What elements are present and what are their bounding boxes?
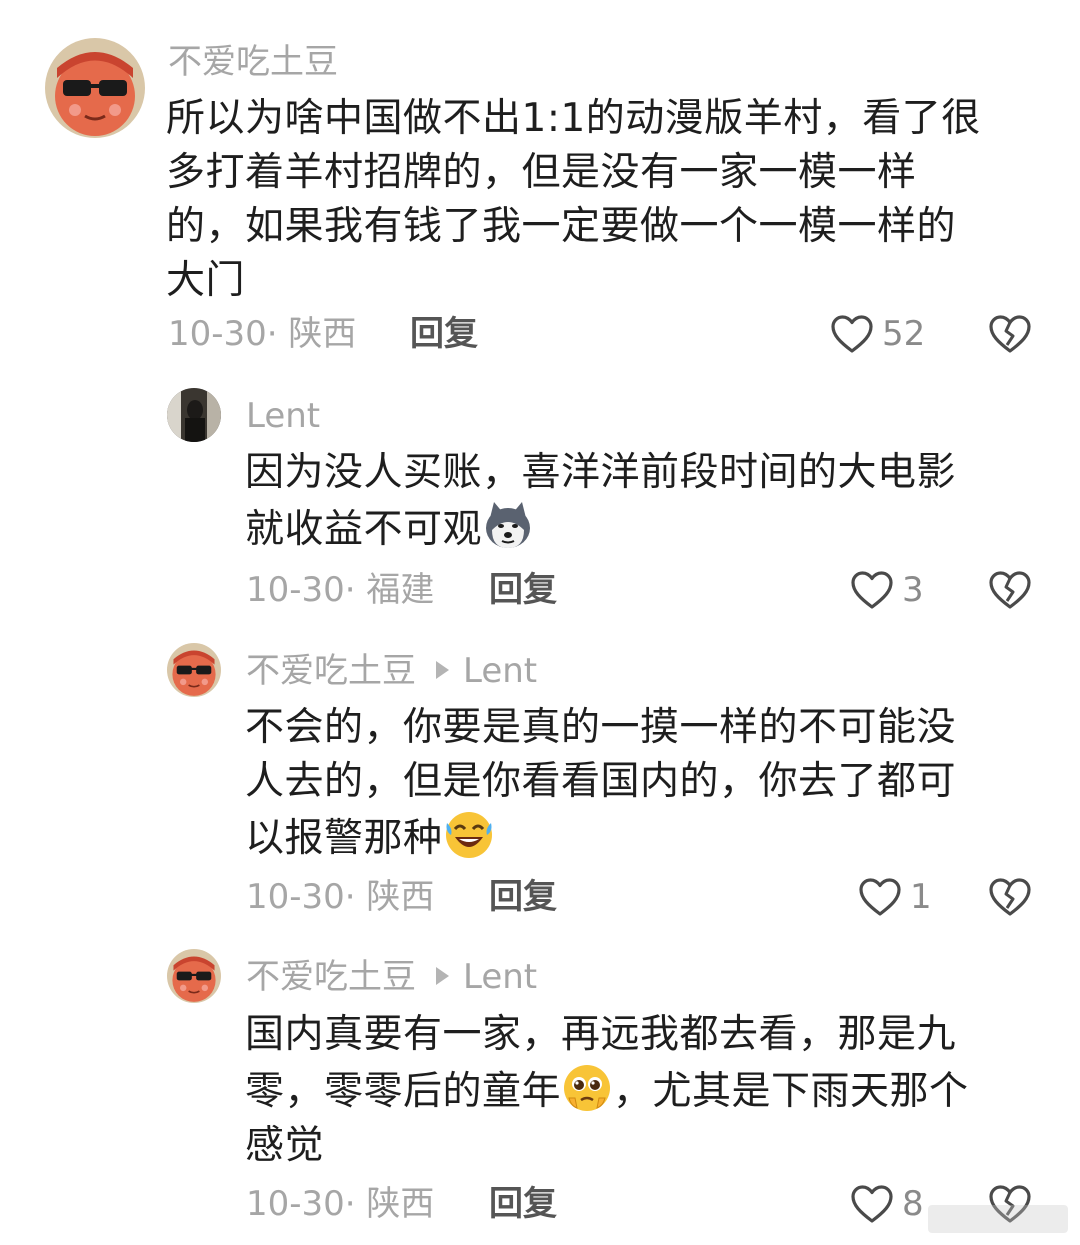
comment-line: 多打着羊村招牌的，但是没有一家一模一样 <box>166 150 917 195</box>
heart-outline-icon <box>851 1185 893 1223</box>
avatar[interactable] <box>167 643 221 697</box>
username[interactable]: 不爱吃土豆 <box>168 42 338 82</box>
like-count: 52 <box>882 314 926 354</box>
avatar[interactable] <box>167 949 221 1003</box>
comment-meta: 10-30· 福建 <box>246 570 435 610</box>
like-button[interactable]: 8 <box>850 1184 924 1224</box>
avatar-cartoon-sunglasses <box>45 38 145 138</box>
comment-line-text: ，尤其是下雨天那个 <box>613 1069 969 1114</box>
username[interactable]: 不爱吃土豆 Lent <box>246 957 537 997</box>
husky-dog-emoji <box>482 500 534 552</box>
comment-meta: 10-30· 陕西 <box>168 314 357 354</box>
comment-line-text: 零，零零后的童年 <box>245 1069 562 1114</box>
comment-line: 所以为啥中国做不出1:1的动漫版羊村，看了很 <box>166 96 981 141</box>
dislike-button[interactable] <box>988 877 1032 917</box>
watermark-overlay <box>928 1205 1068 1233</box>
reply-to-username[interactable]: Lent <box>463 957 537 997</box>
username-text[interactable]: 不爱吃土豆 <box>246 957 416 997</box>
like-button[interactable]: 52 <box>830 314 925 354</box>
rolling-laughing-emoji-icon <box>445 812 492 858</box>
reply-button[interactable]: 回复 <box>489 1184 557 1224</box>
username-text[interactable]: 不爱吃土豆 <box>246 651 416 691</box>
avatar-cartoon-sunglasses <box>167 949 221 1003</box>
reply-button[interactable]: 回复 <box>410 314 478 354</box>
comment-line-text: 就收益不可观 <box>245 507 483 552</box>
comment-line: 人去的，但是你看看国内的，你去了都可 <box>245 759 957 804</box>
broken-heart-icon <box>989 878 1031 916</box>
comment-line: 零，零零后的童年 ，尤其是下雨天那个 <box>245 1062 969 1119</box>
reply-button[interactable]: 回复 <box>489 570 557 610</box>
like-count: 8 <box>902 1184 924 1224</box>
avatar[interactable] <box>167 388 221 442</box>
heart-outline-icon <box>851 571 893 609</box>
avatar-photo-dark <box>167 388 221 442</box>
heart-outline-icon <box>859 878 901 916</box>
triangle-right-icon <box>436 661 449 679</box>
rolling-laughing-emoji <box>443 809 495 861</box>
heart-outline-icon <box>831 315 873 353</box>
triangle-right-icon <box>436 967 449 985</box>
pleading-teary-emoji <box>561 1062 613 1114</box>
comment-line: 不会的，你要是真的一摸一样的不可能没 <box>245 705 957 750</box>
broken-heart-icon <box>989 571 1031 609</box>
pleading-teary-emoji-icon <box>564 1065 611 1111</box>
comment-text: 所以为啥中国做不出1:1的动漫版羊村，看了很 多打着羊村招牌的，但是没有一家一模… <box>166 92 981 308</box>
like-button[interactable]: 1 <box>858 877 932 917</box>
comment-line: 国内真要有一家，再远我都去看，那是九 <box>245 1012 957 1057</box>
username-text[interactable]: 不爱吃土豆 <box>168 42 338 82</box>
broken-heart-icon <box>989 315 1031 353</box>
dislike-button[interactable] <box>988 314 1032 354</box>
comment-line: 以报警那种 <box>245 809 956 866</box>
comment-line: 就收益不可观 <box>245 500 956 557</box>
dislike-button[interactable] <box>988 570 1032 610</box>
comment-line: 因为没人买账，喜洋洋前段时间的大电影 <box>245 450 957 495</box>
like-count: 1 <box>910 877 932 917</box>
comment-meta: 10-30· 陕西 <box>246 877 435 917</box>
comment-meta: 10-30· 陕西 <box>246 1184 435 1224</box>
comment-text: 不会的，你要是真的一摸一样的不可能没 人去的，但是你看看国内的，你去了都可 以报… <box>245 701 956 866</box>
like-count: 3 <box>902 570 924 610</box>
like-button[interactable]: 3 <box>850 570 924 610</box>
reply-to-username[interactable]: Lent <box>463 651 537 691</box>
avatar[interactable] <box>45 38 145 138</box>
reply-button[interactable]: 回复 <box>489 877 557 917</box>
username[interactable]: Lent <box>246 396 320 436</box>
comment-line: 感觉 <box>245 1123 325 1168</box>
username-text[interactable]: Lent <box>246 396 320 436</box>
comment-text: 因为没人买账，喜洋洋前段时间的大电影 就收益不可观 <box>245 446 956 557</box>
username[interactable]: 不爱吃土豆 Lent <box>246 651 537 691</box>
comment-line: 大门 <box>166 258 246 303</box>
comment-line-text: 以报警那种 <box>245 816 443 861</box>
comment-text: 国内真要有一家，再远我都去看，那是九 零，零零后的童年 ，尤其是下雨天那个 感觉 <box>245 1008 969 1173</box>
comment-line: 的，如果我有钱了我一定要做一个一模一样的 <box>166 204 957 249</box>
husky-dog-emoji-icon <box>486 502 531 548</box>
avatar-cartoon-sunglasses <box>167 643 221 697</box>
